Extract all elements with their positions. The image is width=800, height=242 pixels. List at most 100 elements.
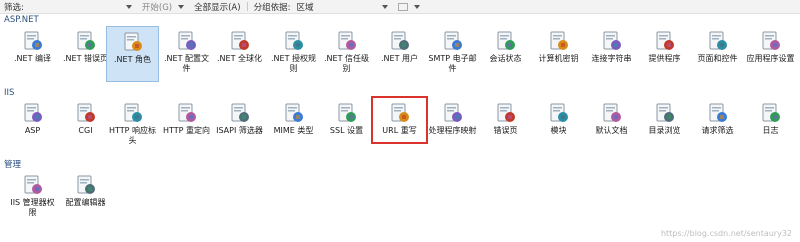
- section-title-iis: IIS: [4, 88, 15, 98]
- feature-default-document[interactable]: 默认文档: [585, 98, 638, 154]
- filter-toolbar: 筛选: 开始(G) 全部显示(A) 分组依据: 区域: [0, 0, 800, 14]
- feature-url-rewrite[interactable]: URL 重写: [371, 96, 428, 144]
- iis-manager-permissions-icon-graphic: [24, 175, 42, 194]
- feature-http-response-headers[interactable]: HTTP 响应标头: [106, 98, 159, 154]
- feature-logging[interactable]: 日志: [744, 98, 797, 154]
- show-all-button[interactable]: 全部显示(A): [194, 1, 240, 13]
- cgi-icon-graphic: [77, 103, 95, 122]
- net-error-pages-icon-graphic: [77, 31, 95, 50]
- feature-label: .NET 授权规则: [270, 54, 316, 73]
- feature-label: 计算机密钥: [538, 54, 579, 63]
- connection-strings-icon-graphic: [603, 31, 621, 50]
- feature-net-trust-levels[interactable]: .NET 信任级别: [320, 26, 373, 82]
- group-by-select[interactable]: 区域: [296, 1, 376, 13]
- feature-cgi[interactable]: CGI: [59, 98, 112, 154]
- feature-modules[interactable]: 模块: [532, 98, 585, 154]
- feature-request-filtering[interactable]: 请求筛选: [691, 98, 744, 154]
- feature-label: .NET 配置文件: [163, 54, 209, 73]
- net-error-pages-icon: [75, 30, 97, 52]
- feature-label: 处理程序映射: [428, 126, 477, 135]
- feature-asp[interactable]: ASP: [6, 98, 59, 154]
- feature-net-profile[interactable]: .NET 配置文件: [160, 26, 213, 82]
- feature-machine-key[interactable]: 计算机密钥: [532, 26, 585, 82]
- iis-manager-permissions-icon: [22, 174, 44, 196]
- feature-net-compilation[interactable]: .NET 编译: [6, 26, 59, 82]
- feature-label: 连接字符串: [591, 54, 632, 63]
- net-roles-icon-graphic: [124, 32, 142, 51]
- feature-label: 错误页: [493, 126, 518, 135]
- feature-isapi-filters[interactable]: ISAPI 筛选器: [213, 98, 266, 154]
- feature-label: 应用程序设置: [746, 54, 795, 63]
- feature-label: 请求筛选: [701, 126, 734, 135]
- section-title-management: 管理: [4, 160, 22, 170]
- isapi-filters-icon-graphic: [231, 103, 249, 122]
- feature-label: SSL 设置: [329, 126, 364, 135]
- feature-net-error-pages[interactable]: .NET 错误页: [59, 26, 112, 82]
- go-dropdown-icon[interactable]: [178, 4, 185, 9]
- net-compilation-icon: [22, 30, 44, 52]
- feature-net-roles[interactable]: .NET 角色: [106, 26, 159, 82]
- net-roles-icon: [122, 31, 144, 53]
- request-filtering-icon: [707, 102, 729, 124]
- feature-handler-mappings[interactable]: 处理程序映射: [426, 98, 479, 154]
- feature-label: 目录浏览: [648, 126, 681, 135]
- feature-label: URL 重写: [382, 126, 417, 135]
- feature-label: 日志: [762, 126, 779, 135]
- mime-types-icon: [283, 102, 305, 124]
- watermark-text: https://blog.csdn.net/sentaury32: [660, 229, 792, 238]
- pages-controls-icon-graphic: [709, 31, 727, 50]
- error-pages-icon-graphic: [497, 103, 515, 122]
- feature-label: .NET 全球化: [216, 54, 262, 63]
- feature-configuration-editor[interactable]: 配置编辑器: [59, 170, 112, 226]
- feature-label: 配置编辑器: [65, 198, 106, 207]
- feature-label: HTTP 响应标头: [108, 126, 156, 145]
- net-trust-levels-icon-graphic: [338, 31, 356, 50]
- connection-strings-icon: [601, 30, 623, 52]
- url-rewrite-icon: [389, 102, 411, 124]
- configuration-editor-icon-graphic: [77, 175, 95, 194]
- feature-providers[interactable]: 提供程序: [638, 26, 691, 82]
- isapi-filters-icon: [229, 102, 251, 124]
- go-button[interactable]: 开始(G): [142, 1, 172, 13]
- handler-mappings-icon: [442, 102, 464, 124]
- url-rewrite-icon-graphic: [391, 103, 409, 122]
- providers-icon: [654, 30, 676, 52]
- feature-net-globalization[interactable]: .NET 全球化: [213, 26, 266, 82]
- http-redirect-icon-graphic: [178, 103, 196, 122]
- view-dropdown-icon[interactable]: [414, 4, 421, 9]
- feature-ssl-settings[interactable]: SSL 设置: [320, 98, 373, 154]
- feature-net-authorization-rules[interactable]: .NET 授权规则: [267, 26, 320, 82]
- app-settings-icon-graphic: [762, 31, 780, 50]
- feature-directory-browsing[interactable]: 目录浏览: [638, 98, 691, 154]
- feature-http-redirect[interactable]: HTTP 重定向: [160, 98, 213, 154]
- feature-label: .NET 角色: [113, 55, 151, 64]
- feature-smtp-email[interactable]: SMTP 电子邮件: [426, 26, 479, 82]
- session-state-icon-graphic: [497, 31, 515, 50]
- default-document-icon: [601, 102, 623, 124]
- logging-icon: [760, 102, 782, 124]
- filter-dropdown-icon[interactable]: [125, 4, 132, 9]
- section-title-aspnet: ASP.NET: [4, 15, 39, 25]
- net-authorization-rules-icon: [283, 30, 305, 52]
- feature-mime-types[interactable]: MIME 类型: [267, 98, 320, 154]
- feature-connection-strings[interactable]: 连接字符串: [585, 26, 638, 82]
- view-toggle-icon[interactable]: [398, 2, 409, 11]
- feature-label: .NET 编译: [13, 54, 51, 63]
- group-by-dropdown-icon[interactable]: [382, 4, 389, 9]
- feature-iis-manager-permissions[interactable]: IIS 管理器权限: [6, 170, 59, 226]
- feature-label: 页面和控件: [697, 54, 738, 63]
- feature-net-users[interactable]: .NET 用户: [373, 26, 426, 82]
- feature-app-settings[interactable]: 应用程序设置: [744, 26, 797, 82]
- feature-error-pages[interactable]: 错误页: [479, 98, 532, 154]
- default-document-icon-graphic: [603, 103, 621, 122]
- directory-browsing-icon-graphic: [656, 103, 674, 122]
- net-authorization-rules-icon-graphic: [285, 31, 303, 50]
- net-users-icon: [389, 30, 411, 52]
- feature-session-state[interactable]: 会话状态: [479, 26, 532, 82]
- feature-label: IIS 管理器权限: [10, 198, 55, 217]
- session-state-icon: [495, 30, 517, 52]
- machine-key-icon-graphic: [550, 31, 568, 50]
- pages-controls-icon: [707, 30, 729, 52]
- feature-label: 模块: [550, 126, 567, 135]
- feature-pages-controls[interactable]: 页面和控件: [691, 26, 744, 82]
